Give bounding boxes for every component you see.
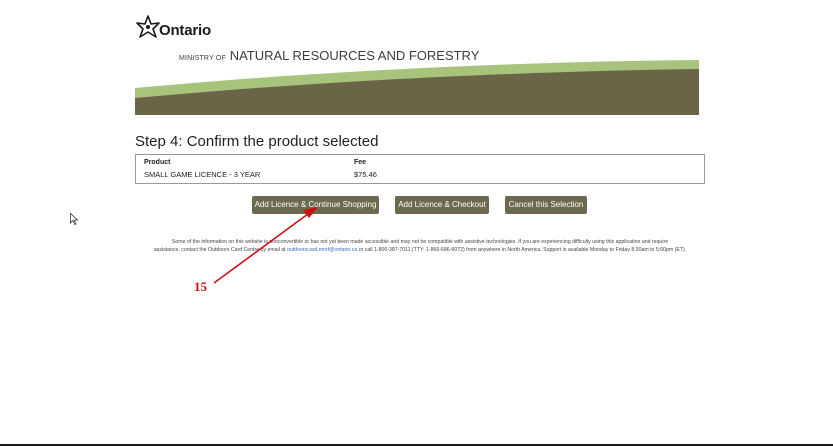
add-checkout-button[interactable]: Add Licence & Checkout <box>395 196 489 214</box>
column-header-fee: Fee <box>354 159 367 166</box>
product-name: SMALL GAME LICENCE - 3 YEAR <box>144 170 261 179</box>
accessibility-notice: Some of the information on this website … <box>120 238 720 254</box>
notice-line-1: Some of the information on this website … <box>171 239 669 245</box>
notice-line-2-suffix: or call 1-800-387-7011 (TTY: 1-866-686-6… <box>358 247 687 253</box>
brand-name: Ontario <box>159 22 211 39</box>
page-title: Step 4: Confirm the product selected <box>135 133 379 150</box>
notice-line-2: assistance, contact the Outdoors Card Ce… <box>120 246 720 254</box>
notice-line-2-prefix: assistance, contact the Outdoors Card Ce… <box>153 247 286 253</box>
add-continue-shopping-button[interactable]: Add Licence & Continue Shopping <box>252 196 379 214</box>
column-header-product: Product <box>144 159 171 166</box>
annotation-label: 15 <box>194 279 207 294</box>
mouse-cursor-icon <box>70 213 78 225</box>
ontario-logo[interactable]: Ontario <box>135 12 215 42</box>
site-header: Ontario MINISTRY OF NATURAL RESOURCES AN… <box>135 12 699 115</box>
cancel-selection-button[interactable]: Cancel this Selection <box>505 196 587 214</box>
support-email-link[interactable]: outdoorscard.mnrf@ontario.ca <box>287 247 357 253</box>
product-table: Product Fee SMALL GAME LICENCE - 3 YEAR … <box>135 154 705 184</box>
header-banner <box>135 60 699 115</box>
trillium-icon <box>136 15 160 38</box>
product-fee: $75.46 <box>354 170 377 179</box>
